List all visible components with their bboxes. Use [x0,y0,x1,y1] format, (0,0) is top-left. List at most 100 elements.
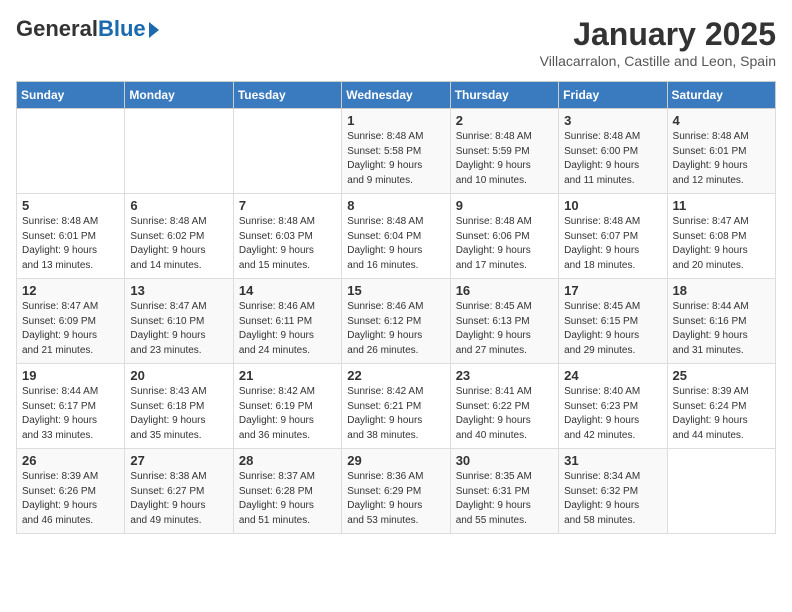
day-number: 28 [239,453,336,468]
calendar-cell [125,109,233,194]
week-row-2: 5 Sunrise: 8:48 AM Sunset: 6:01 PM Daylig… [17,194,776,279]
day-number: 5 [22,198,119,213]
calendar-cell: 23 Sunrise: 8:41 AM Sunset: 6:22 PM Dayli… [450,364,558,449]
day-info: Sunrise: 8:46 AM Sunset: 6:12 PM Dayligh… [347,300,444,358]
day-info: Sunrise: 8:41 AM Sunset: 6:22 PM Dayligh… [456,385,553,443]
calendar-cell [667,449,775,534]
calendar-cell: 4 Sunrise: 8:48 AM Sunset: 6:01 PM Daylig… [667,109,775,194]
calendar-cell: 8Sunrise: 8:48 AM Sunset: 6:04 PM Daylig… [342,194,450,279]
day-info: Sunrise: 8:48 AM Sunset: 6:00 PM Dayligh… [564,130,661,188]
day-number: 30 [456,453,553,468]
calendar-cell: 31 Sunrise: 8:34 AM Sunset: 6:32 PM Dayli… [559,449,667,534]
day-info: Sunrise: 8:48 AM Sunset: 6:01 PM Dayligh… [673,130,770,188]
calendar-cell: 13Sunrise: 8:47 AM Sunset: 6:10 PM Dayli… [125,279,233,364]
day-number: 4 [673,113,770,128]
day-info: Sunrise: 8:47 AM Sunset: 6:09 PM Dayligh… [22,300,119,358]
calendar-cell [17,109,125,194]
calendar-cell: 20 Sunrise: 8:43 AM Sunset: 6:18 PM Dayli… [125,364,233,449]
calendar-cell: 17Sunrise: 8:45 AM Sunset: 6:15 PM Dayli… [559,279,667,364]
calendar-cell: 5 Sunrise: 8:48 AM Sunset: 6:01 PM Daylig… [17,194,125,279]
day-number: 23 [456,368,553,383]
calendar-cell: 16 Sunrise: 8:45 AM Sunset: 6:13 PM Dayli… [450,279,558,364]
day-number: 1 [347,113,444,128]
day-number: 10 [564,198,661,213]
day-number: 20 [130,368,227,383]
day-info: Sunrise: 8:36 AM Sunset: 6:29 PM Dayligh… [347,470,444,528]
day-number: 8 [347,198,444,213]
calendar-cell: 19Sunrise: 8:44 AM Sunset: 6:17 PM Dayli… [17,364,125,449]
day-number: 11 [673,198,770,213]
week-row-1: 1 Sunrise: 8:48 AM Sunset: 5:58 PM Daylig… [17,109,776,194]
day-info: Sunrise: 8:48 AM Sunset: 6:06 PM Dayligh… [456,215,553,273]
day-info: Sunrise: 8:37 AM Sunset: 6:28 PM Dayligh… [239,470,336,528]
day-number: 16 [456,283,553,298]
calendar-cell: 27Sunrise: 8:38 AM Sunset: 6:27 PM Dayli… [125,449,233,534]
header-sunday: Sunday [17,82,125,109]
day-info: Sunrise: 8:48 AM Sunset: 6:07 PM Dayligh… [564,215,661,273]
day-number: 26 [22,453,119,468]
day-info: Sunrise: 8:34 AM Sunset: 6:32 PM Dayligh… [564,470,661,528]
calendar-cell: 7 Sunrise: 8:48 AM Sunset: 6:03 PM Daylig… [233,194,341,279]
header-wednesday: Wednesday [342,82,450,109]
calendar-cell: 11Sunrise: 8:47 AM Sunset: 6:08 PM Dayli… [667,194,775,279]
header-saturday: Saturday [667,82,775,109]
calendar-cell: 14 Sunrise: 8:46 AM Sunset: 6:11 PM Dayli… [233,279,341,364]
day-number: 18 [673,283,770,298]
calendar-cell: 29 Sunrise: 8:36 AM Sunset: 6:29 PM Dayli… [342,449,450,534]
week-row-5: 26 Sunrise: 8:39 AM Sunset: 6:26 PM Dayli… [17,449,776,534]
day-number: 2 [456,113,553,128]
day-number: 3 [564,113,661,128]
calendar-cell: 26 Sunrise: 8:39 AM Sunset: 6:26 PM Dayli… [17,449,125,534]
day-info: Sunrise: 8:38 AM Sunset: 6:27 PM Dayligh… [130,470,227,528]
calendar-cell: 2 Sunrise: 8:48 AM Sunset: 5:59 PM Daylig… [450,109,558,194]
calendar-cell: 21Sunrise: 8:42 AM Sunset: 6:19 PM Dayli… [233,364,341,449]
calendar-cell: 15 Sunrise: 8:46 AM Sunset: 6:12 PM Dayli… [342,279,450,364]
calendar-cell: 12 Sunrise: 8:47 AM Sunset: 6:09 PM Dayli… [17,279,125,364]
day-number: 15 [347,283,444,298]
day-number: 6 [130,198,227,213]
day-info: Sunrise: 8:48 AM Sunset: 5:59 PM Dayligh… [456,130,553,188]
day-info: Sunrise: 8:43 AM Sunset: 6:18 PM Dayligh… [130,385,227,443]
logo-blue-text: Blue [98,16,146,42]
header-friday: Friday [559,82,667,109]
day-number: 29 [347,453,444,468]
day-info: Sunrise: 8:48 AM Sunset: 6:01 PM Dayligh… [22,215,119,273]
day-number: 31 [564,453,661,468]
day-info: Sunrise: 8:48 AM Sunset: 6:02 PM Dayligh… [130,215,227,273]
logo: General Blue [16,16,159,42]
day-info: Sunrise: 8:47 AM Sunset: 6:10 PM Dayligh… [130,300,227,358]
calendar-cell: 28 Sunrise: 8:37 AM Sunset: 6:28 PM Dayli… [233,449,341,534]
header-tuesday: Tuesday [233,82,341,109]
day-info: Sunrise: 8:48 AM Sunset: 5:58 PM Dayligh… [347,130,444,188]
day-number: 12 [22,283,119,298]
header-thursday: Thursday [450,82,558,109]
day-info: Sunrise: 8:46 AM Sunset: 6:11 PM Dayligh… [239,300,336,358]
header-monday: Monday [125,82,233,109]
day-info: Sunrise: 8:45 AM Sunset: 6:15 PM Dayligh… [564,300,661,358]
day-number: 9 [456,198,553,213]
logo-triangle-icon [149,22,159,38]
day-info: Sunrise: 8:39 AM Sunset: 6:26 PM Dayligh… [22,470,119,528]
calendar-cell: 18 Sunrise: 8:44 AM Sunset: 6:16 PM Dayli… [667,279,775,364]
day-info: Sunrise: 8:48 AM Sunset: 6:03 PM Dayligh… [239,215,336,273]
calendar-cell [233,109,341,194]
day-number: 22 [347,368,444,383]
calendar-cell: 10 Sunrise: 8:48 AM Sunset: 6:07 PM Dayli… [559,194,667,279]
day-number: 14 [239,283,336,298]
day-info: Sunrise: 8:40 AM Sunset: 6:23 PM Dayligh… [564,385,661,443]
day-number: 25 [673,368,770,383]
page-header: General Blue January 2025 Villacarralon,… [16,16,776,69]
calendar-cell: 6 Sunrise: 8:48 AM Sunset: 6:02 PM Daylig… [125,194,233,279]
day-info: Sunrise: 8:44 AM Sunset: 6:16 PM Dayligh… [673,300,770,358]
month-title: January 2025 [540,16,776,53]
day-number: 19 [22,368,119,383]
location-title: Villacarralon, Castille and Leon, Spain [540,53,776,69]
calendar-cell: 30Sunrise: 8:35 AM Sunset: 6:31 PM Dayli… [450,449,558,534]
calendar-cell: 3 Sunrise: 8:48 AM Sunset: 6:00 PM Daylig… [559,109,667,194]
day-info: Sunrise: 8:45 AM Sunset: 6:13 PM Dayligh… [456,300,553,358]
day-number: 7 [239,198,336,213]
day-number: 21 [239,368,336,383]
calendar-table: SundayMondayTuesdayWednesdayThursdayFrid… [16,81,776,534]
week-row-4: 19Sunrise: 8:44 AM Sunset: 6:17 PM Dayli… [17,364,776,449]
calendar-header-row: SundayMondayTuesdayWednesdayThursdayFrid… [17,82,776,109]
